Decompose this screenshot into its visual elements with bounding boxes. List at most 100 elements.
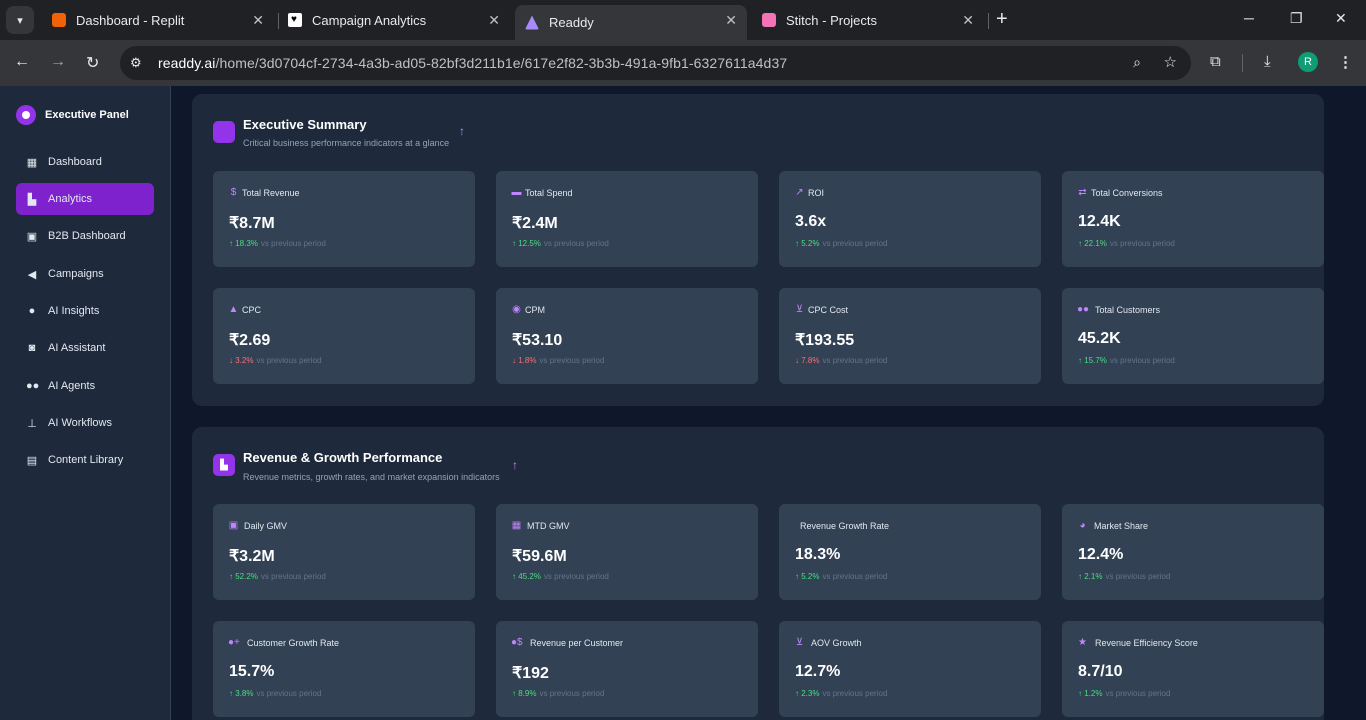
dollar-icon: $ [230,187,237,198]
close-tab-icon[interactable]: ✕ [962,12,974,29]
sort-arrow-up-icon[interactable]: ↑ [459,124,465,138]
sidebar: Executive Panel ▦ Dashboard ▙ Analytics ▣ B… [0,86,171,720]
menu-kebab-icon[interactable]: ⋮ [1338,53,1353,71]
sidebar-item-label: AI Agents [48,380,96,392]
kpi-label: Revenue Efficiency Score [1095,638,1198,648]
megaphone-icon: ◀ [27,268,37,281]
grid-icon: ▦ [26,156,38,169]
brand: Executive Panel [16,105,129,125]
profile-avatar[interactable]: R [1298,52,1318,72]
kpi-label: Revenue per Customer [530,638,624,648]
kpi-change: ↑ 1.2% vs previous period [1078,689,1171,698]
sidebar-item-content-library[interactable]: ▤ Content Library [16,444,154,476]
kpi-card-customer-growth-rate[interactable]: ●+ Customer Growth Rate 15.7% ↑ 3.8% vs p… [213,621,475,717]
kpi-value: 12.7% [795,663,841,680]
close-tab-icon[interactable]: ✕ [725,12,737,29]
close-tab-icon[interactable]: ✕ [488,12,500,29]
sidebar-item-analytics[interactable]: ▙ Analytics [16,183,154,215]
kpi-value: 3.6x [795,213,827,230]
kpi-card-total-conversions[interactable]: ⇄ Total Conversions 12.4K ↑ 22.1% vs prev… [1062,171,1324,267]
kpi-card-revenue-efficiency-score[interactable]: ★ Revenue Efficiency Score 8.7/10 ↑ 1.2%… [1062,621,1324,717]
sidebar-item-ai-assistant[interactable]: ◙ AI Assistant [16,332,154,364]
kpi-label: AOV Growth [811,638,862,648]
sort-arrow-up-icon[interactable]: ↑ [512,458,518,472]
kpi-card-total-revenue[interactable]: $ Total Revenue ₹8.7M ↑ 18.3% vs previous… [213,171,475,267]
sidebar-item-ai-workflows[interactable]: ⊥ AI Workflows [16,407,154,439]
kpi-value: ₹59.6M [512,548,567,565]
kpi-change: ↑ 12.5% vs previous period [512,239,609,248]
kpi-change: ↑ 22.1% vs previous period [1078,239,1175,248]
kpi-label: Total Spend [525,188,573,198]
sidebar-item-ai-insights[interactable]: ● AI Insights [16,295,154,327]
kpi-card-roi[interactable]: ↗ ROI 3.6x ↑ 5.2% vs previous period [779,171,1041,267]
kpi-card-mtd-gmv[interactable]: ▦ MTD GMV ₹59.6M ↑ 45.2% vs previous peri… [496,504,758,600]
reload-icon[interactable]: ↻ [86,53,99,73]
heart-favicon-icon: ♥ [288,13,302,27]
kpi-card-total-spend[interactable]: ▬ Total Spend ₹2.4M ↑ 12.5% vs previous p… [496,171,758,267]
sidebar-item-ai-agents[interactable]: ●● AI Agents [16,370,154,402]
tab-stitch[interactable]: Stitch - Projects ✕ [752,6,984,34]
user-circle-icon [16,105,36,125]
sidebar-item-label: AI Assistant [48,342,106,354]
kpi-value: ₹2.69 [229,332,271,349]
sidebar-item-campaigns[interactable]: ◀ Campaigns [16,258,154,290]
tab-readdy[interactable]: Readdy ✕ [515,5,747,40]
restore-icon[interactable]: ❐ [1290,10,1303,27]
zoom-icon[interactable]: ⌕ [1133,54,1141,71]
url-text[interactable]: readdy.ai/home/3d0704cf-2734-4a3b-ad05-8… [158,55,787,71]
kpi-card-aov-growth[interactable]: ⊻ AOV Growth 12.7% ↑ 2.3% vs previous per… [779,621,1041,717]
address-bar[interactable]: ⚙ readdy.ai/home/3d0704cf-2734-4a3b-ad05… [120,46,1191,80]
site-settings-icon[interactable]: ⚙ [130,55,150,71]
close-tab-icon[interactable]: ✕ [252,12,264,29]
tab-title: Dashboard - Replit [76,12,185,28]
kpi-value: 15.7% [229,663,275,680]
tab-replit[interactable]: Dashboard - Replit ✕ [42,6,274,34]
kpi-label: Revenue Growth Rate [800,521,890,531]
sidebar-item-label: AI Workflows [48,417,112,429]
kpi-card-revenue-growth-rate[interactable]: Revenue Growth Rate 18.3% ↑ 5.2% vs previ… [779,504,1041,600]
kpi-card-cpm[interactable]: ◉ CPM ₹53.10 ↓ 1.8% vs previous period [496,288,758,384]
kpi-change: ↑ 15.7% vs previous period [1078,356,1175,365]
users-icon: ●● [1077,304,1090,315]
tab-campaign-analytics[interactable]: ♥ Campaign Analytics ✕ [278,6,510,34]
sitemap-icon: ⊥ [27,417,37,430]
download-icon[interactable]: ⤓ [1264,53,1271,70]
cursor-icon: ▲ [228,304,239,315]
kpi-value: 12.4% [1078,546,1124,563]
robot-icon: ◙ [28,342,36,354]
kpi-change: ↓ 1.8% vs previous period [512,356,605,365]
sidebar-item-dashboard[interactable]: ▦ Dashboard [16,146,154,178]
extensions-icon[interactable]: ⧉ [1210,53,1221,70]
kpi-card-revenue-per-customer[interactable]: ●$ Revenue per Customer ₹192 ↑ 8.9% vs pr… [496,621,758,717]
new-tab-icon[interactable]: + [996,8,1008,31]
users-icon: ●● [26,380,40,392]
kpi-card-market-share[interactable]: ◕ Market Share 12.4% ↑ 2.1% vs previous p… [1062,504,1324,600]
executive-summary-section: Executive Summary Critical business perf… [192,94,1324,406]
kpi-label: MTD GMV [527,521,570,531]
kpi-value: ₹8.7M [229,215,275,232]
credit-card-icon: ▬ [511,187,522,198]
kpi-label: Customer Growth Rate [247,638,340,648]
minimize-icon[interactable]: ─ [1244,10,1254,26]
sidebar-item-b2b-dashboard[interactable]: ▣ B2B Dashboard [16,220,154,252]
sidebar-item-label: Dashboard [48,156,102,168]
kpi-label: Daily GMV [244,521,288,531]
sidebar-item-label: B2B Dashboard [48,230,126,242]
kpi-card-total-customers[interactable]: ●● Total Customers 45.2K ↑ 15.7% vs previ… [1062,288,1324,384]
sidebar-item-label: Analytics [48,193,93,205]
bookmark-star-icon[interactable]: ☆ [1164,53,1177,71]
kpi-card-daily-gmv[interactable]: ▣ Daily GMV ₹3.2M ↑ 52.2% vs previous per… [213,504,475,600]
back-icon[interactable]: ← [14,53,30,71]
forward-icon[interactable]: → [50,53,66,71]
star-icon: ★ [1078,637,1087,648]
kpi-value: 18.3% [795,546,841,563]
close-window-icon[interactable]: ✕ [1335,10,1347,27]
chart-icon: ▙ [27,193,37,206]
tab-search-button[interactable]: ▾ [6,6,34,34]
kpi-card-cpc-cost[interactable]: ⊻ CPC Cost ₹193.55 ↓ 7.8% vs previous per… [779,288,1041,384]
user-dollar-icon: ●$ [511,637,523,648]
section-title: Executive Summary [243,117,367,132]
sidebar-item-label: Campaigns [48,268,104,280]
kpi-card-cpc[interactable]: ▲ CPC ₹2.69 ↓ 3.2% vs previous period [213,288,475,384]
kpi-label: CPC Cost [808,305,849,315]
